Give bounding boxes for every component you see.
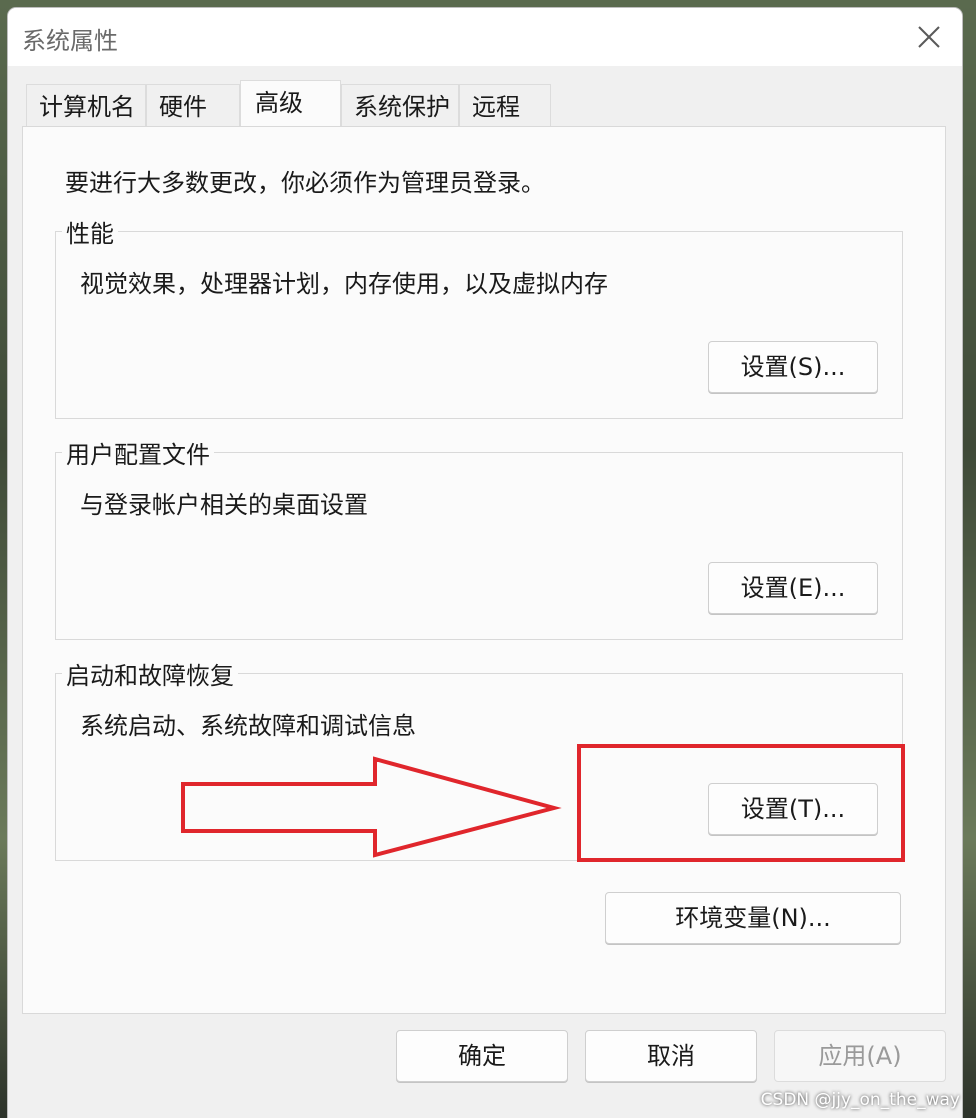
highlight-annotation-box: [577, 744, 905, 862]
admin-notice: 要进行大多数更改，你必须作为管理员登录。: [65, 169, 545, 197]
apply-button[interactable]: 应用(A): [774, 1030, 946, 1082]
cancel-button[interactable]: 取消: [585, 1030, 757, 1082]
tab-remote[interactable]: 远程: [459, 84, 551, 128]
user-profiles-description: 与登录帐户相关的桌面设置: [80, 491, 368, 519]
window-title: 系统属性: [22, 27, 118, 55]
close-button[interactable]: [896, 8, 962, 66]
user-profiles-settings-button[interactable]: 设置(E)...: [708, 562, 878, 614]
ok-button[interactable]: 确定: [396, 1030, 568, 1082]
startup-recovery-group-title: 启动和故障恢复: [62, 656, 238, 691]
environment-variables-button[interactable]: 环境变量(N)...: [605, 892, 901, 944]
performance-group: 性能 视觉效果，处理器计划，内存使用，以及虚拟内存 设置(S)...: [55, 214, 903, 419]
tab-advanced[interactable]: 高级: [240, 80, 341, 126]
system-properties-window: 系统属性 计算机名 硬件 高级 系统保护 远程 要进行大多数更改，你必须作为管理…: [8, 8, 962, 1118]
performance-description: 视觉效果，处理器计划，内存使用，以及虚拟内存: [80, 270, 608, 298]
performance-settings-button[interactable]: 设置(S)...: [708, 341, 878, 393]
advanced-tab-panel: 要进行大多数更改，你必须作为管理员登录。 性能 视觉效果，处理器计划，内存使用，…: [22, 126, 946, 1014]
title-bar: 系统属性: [8, 8, 962, 66]
arrow-right-annotation-icon: [181, 756, 562, 858]
tab-hardware[interactable]: 硬件: [146, 84, 240, 128]
user-profiles-group-title: 用户配置文件: [62, 435, 214, 470]
watermark: CSDN @jjy_on_the_way: [760, 1090, 960, 1110]
performance-group-title: 性能: [62, 214, 118, 249]
close-icon: [918, 26, 940, 48]
startup-recovery-description: 系统启动、系统故障和调试信息: [80, 712, 416, 740]
tab-computer-name[interactable]: 计算机名: [26, 84, 146, 128]
tab-system-protection[interactable]: 系统保护: [341, 84, 459, 128]
user-profiles-group: 用户配置文件 与登录帐户相关的桌面设置 设置(E)...: [55, 435, 903, 640]
